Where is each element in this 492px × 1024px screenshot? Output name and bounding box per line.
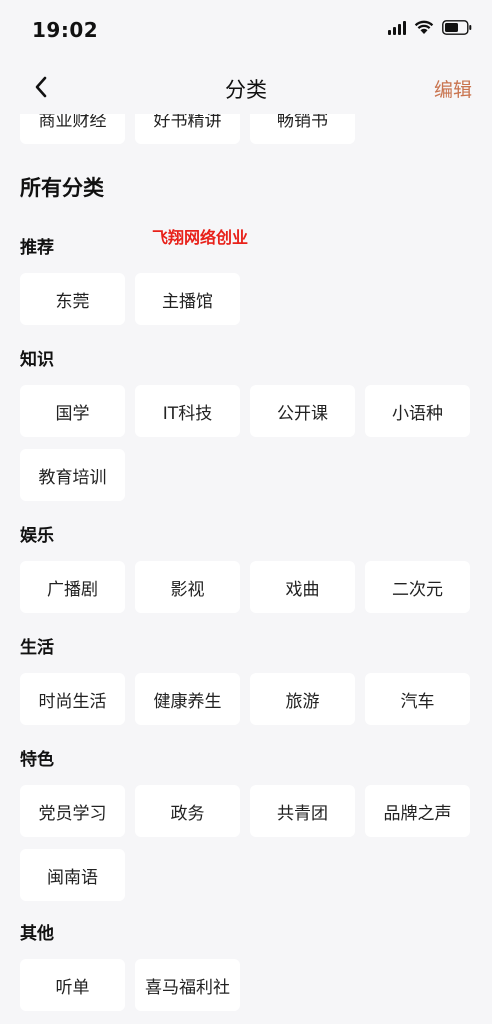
category-chip[interactable]: 主播馆 (135, 273, 240, 325)
status-time: 19:02 (32, 18, 99, 42)
section-other: 其他 听单 喜马福利社 (20, 922, 470, 1011)
battery-icon (442, 20, 472, 35)
section-title: 生活 (20, 638, 54, 658)
category-chip[interactable]: 二次元 (365, 561, 470, 613)
category-chip[interactable]: IT科技 (135, 385, 240, 437)
all-categories-heading: 所有分类 (20, 176, 104, 200)
category-chip[interactable]: 商业财经 (20, 114, 125, 144)
chip-grid: 时尚生活 健康养生 旅游 汽车 (20, 673, 470, 725)
section-title: 娱乐 (20, 526, 54, 546)
navigation-bar: 分类 编辑 (0, 62, 492, 114)
category-chip[interactable]: 戏曲 (250, 561, 355, 613)
chip-grid: 党员学习 政务 共青团 品牌之声 闽南语 (20, 785, 470, 901)
chip-grid: 广播剧 影视 戏曲 二次元 (20, 561, 470, 613)
category-chip[interactable]: 东莞 (20, 273, 125, 325)
category-chip[interactable]: 时尚生活 (20, 673, 125, 725)
category-chip[interactable]: 影视 (135, 561, 240, 613)
category-chip[interactable]: 好书精讲 (135, 114, 240, 144)
category-chip[interactable]: 健康养生 (135, 673, 240, 725)
section-title: 推荐 (20, 238, 54, 258)
section-title: 其他 (20, 924, 54, 944)
category-chip[interactable]: 听单 (20, 959, 125, 1011)
section-recommended: 推荐 东莞 主播馆 (20, 236, 470, 325)
category-chip[interactable]: 共青团 (250, 785, 355, 837)
category-chip[interactable]: 旅游 (250, 673, 355, 725)
section-title: 知识 (20, 350, 54, 370)
section-featured: 特色 党员学习 政务 共青团 品牌之声 闽南语 (20, 748, 470, 901)
category-chip[interactable]: 教育培训 (20, 449, 125, 501)
chip-grid: 听单 喜马福利社 (20, 959, 470, 1011)
section-lifestyle: 生活 时尚生活 健康养生 旅游 汽车 (20, 636, 470, 725)
category-chip[interactable]: 国学 (20, 385, 125, 437)
status-bar: 19:02 (0, 0, 492, 60)
chip-grid: 东莞 主播馆 (20, 273, 470, 325)
section-entertainment: 娱乐 广播剧 影视 戏曲 二次元 (20, 524, 470, 613)
category-content[interactable]: 商业财经 好书精讲 畅销书 所有分类 飞翔网络创业 推荐 东莞 主播馆 知识 国… (0, 114, 492, 1024)
category-chip[interactable]: 汽车 (365, 673, 470, 725)
chip-grid: 国学 IT科技 公开课 小语种 教育培训 (20, 385, 470, 501)
category-chip[interactable]: 闽南语 (20, 849, 125, 901)
wifi-icon (414, 20, 434, 35)
category-chip[interactable]: 喜马福利社 (135, 959, 240, 1011)
status-icons (388, 20, 472, 35)
category-chip[interactable]: 小语种 (365, 385, 470, 437)
edit-button[interactable]: 编辑 (434, 75, 472, 102)
category-chip[interactable]: 政务 (135, 785, 240, 837)
category-chip[interactable]: 广播剧 (20, 561, 125, 613)
category-chip[interactable]: 畅销书 (250, 114, 355, 144)
cellular-signal-icon (388, 20, 406, 35)
section-title: 特色 (20, 750, 54, 770)
category-chip[interactable]: 公开课 (250, 385, 355, 437)
page-title: 分类 (225, 78, 267, 102)
section-knowledge: 知识 国学 IT科技 公开课 小语种 教育培训 (20, 348, 470, 501)
category-chip[interactable]: 品牌之声 (365, 785, 470, 837)
category-chip[interactable]: 党员学习 (20, 785, 125, 837)
my-categories-row: 商业财经 好书精讲 畅销书 (20, 114, 355, 144)
